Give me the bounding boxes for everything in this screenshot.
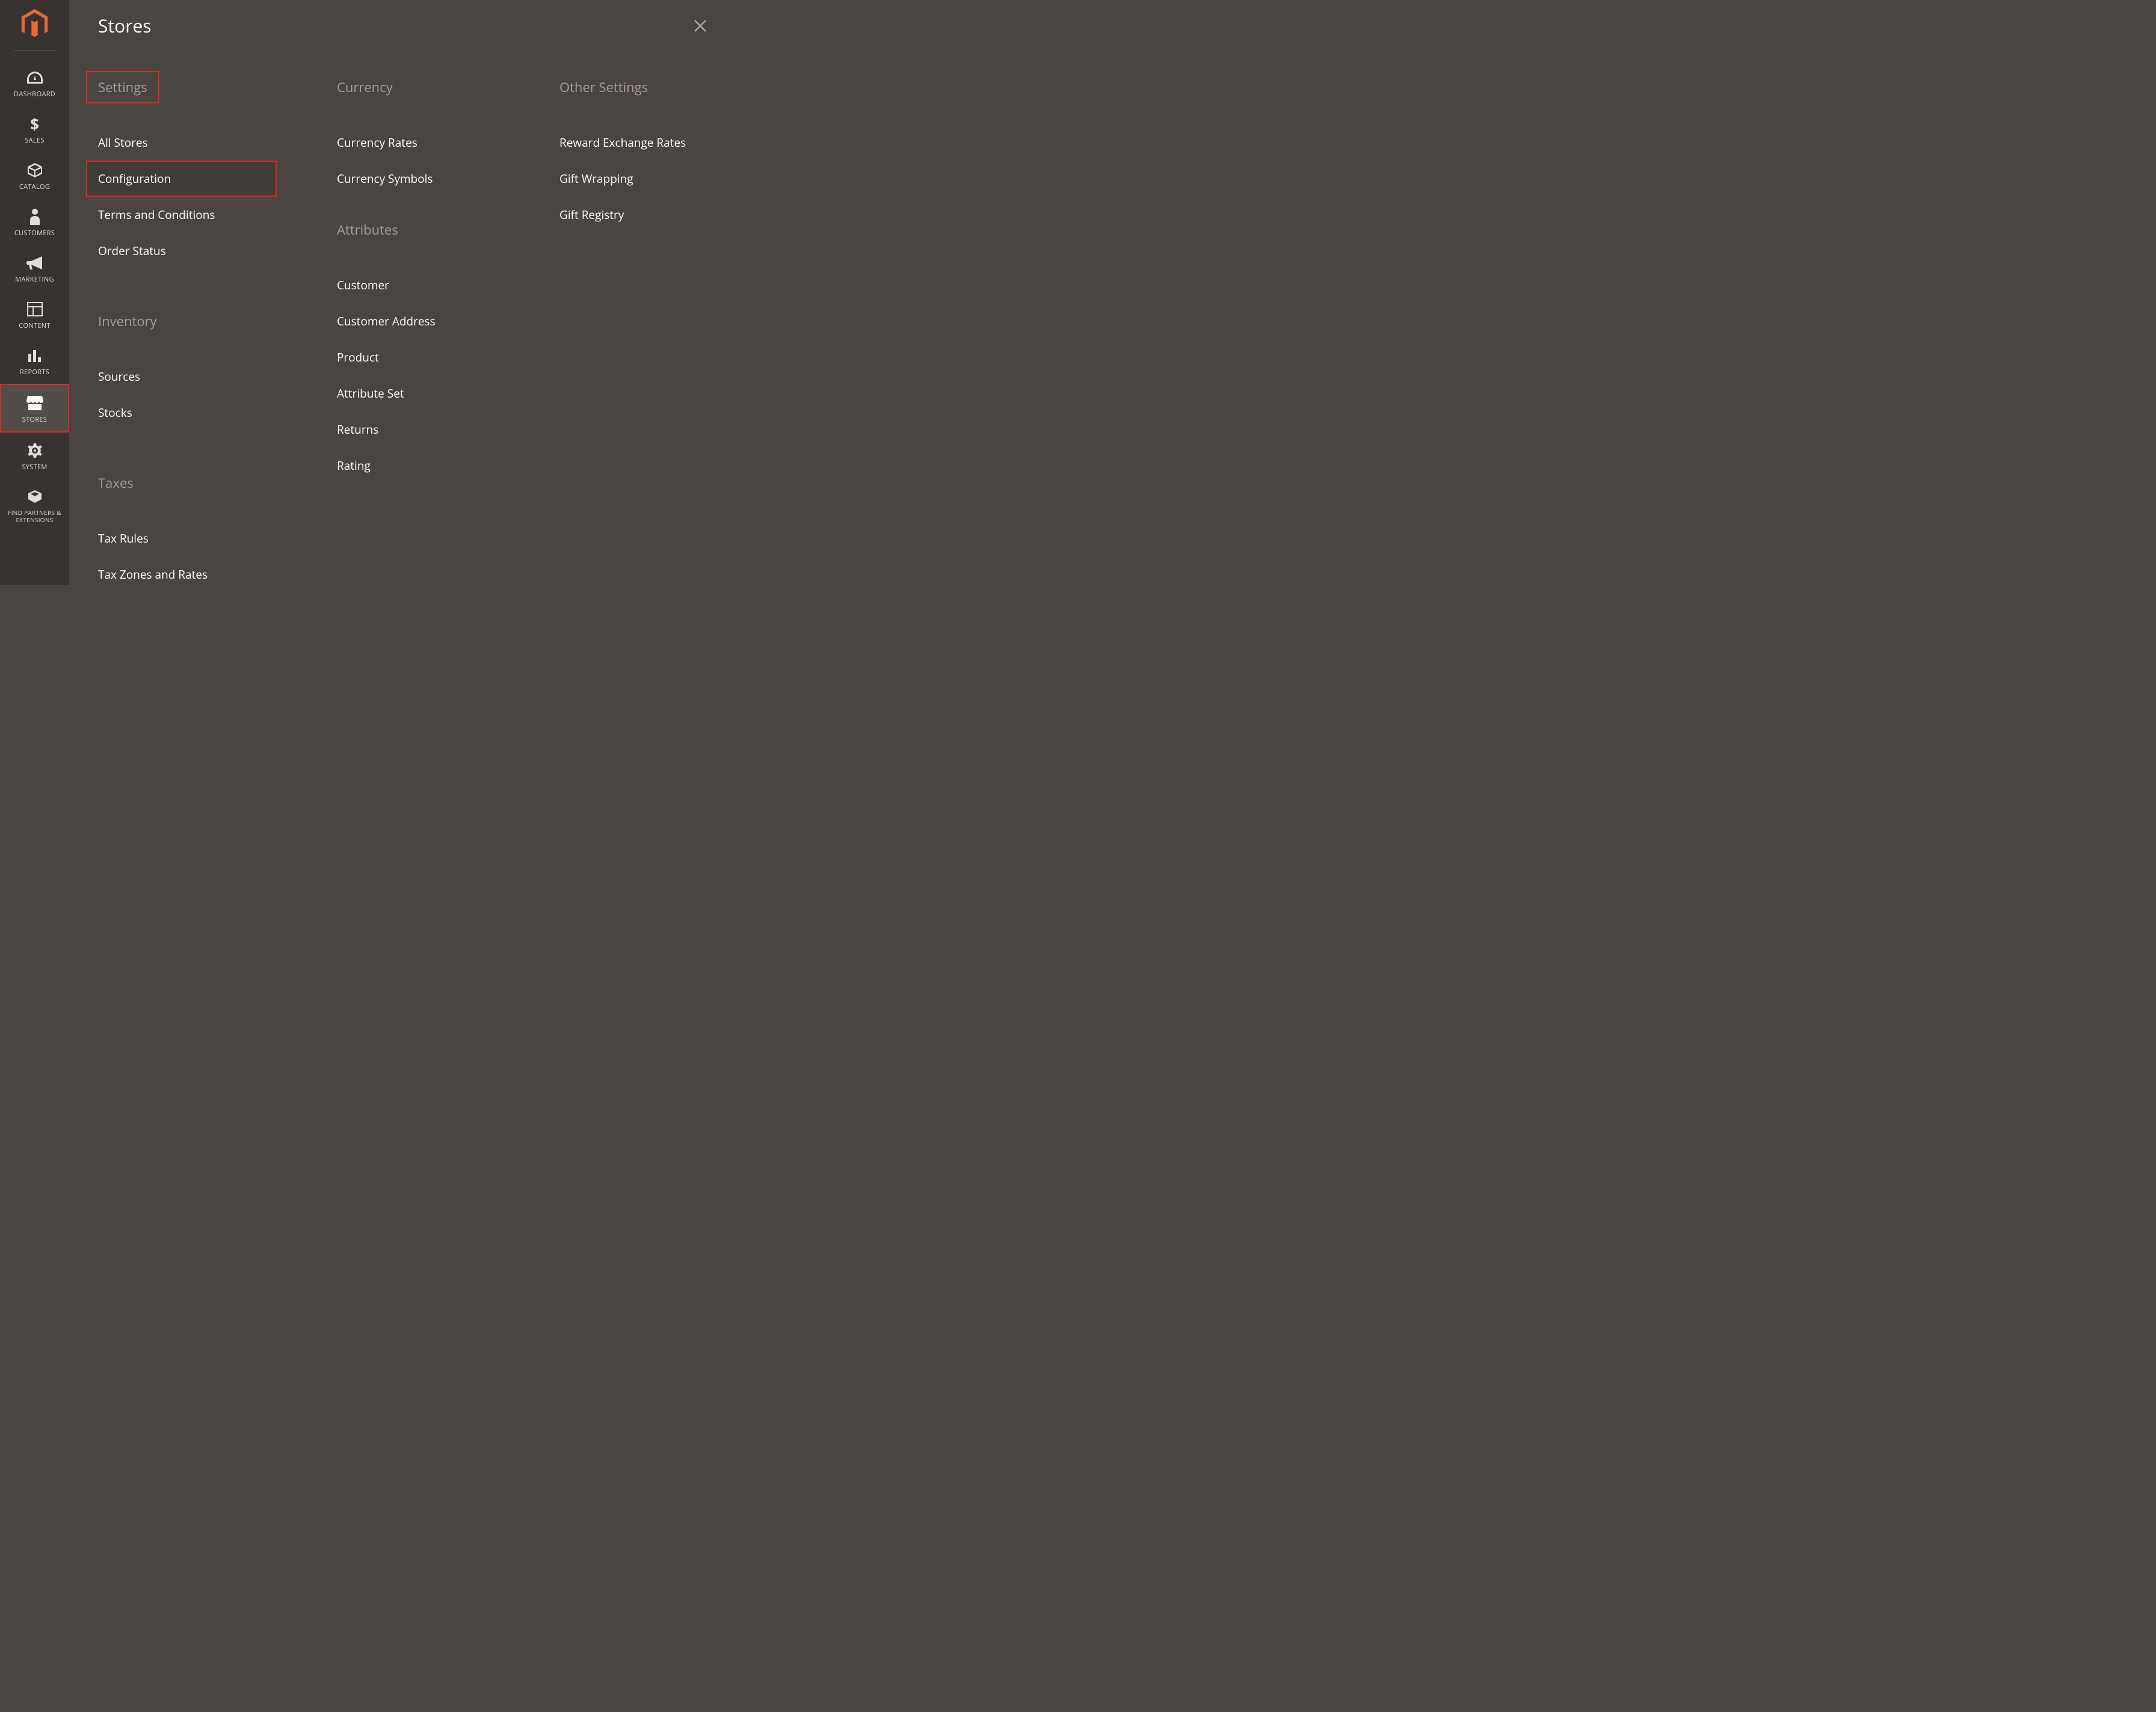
nav-label: CONTENT <box>19 321 50 330</box>
puzzle-icon <box>27 487 43 507</box>
bars-icon <box>27 346 43 365</box>
sidebar-divider <box>14 50 56 51</box>
link-all-stores[interactable]: All Stores <box>86 125 295 161</box>
link-tax-rules[interactable]: Tax Rules <box>86 520 295 556</box>
link-gift-registry[interactable]: Gift Registry <box>547 197 746 233</box>
nav-label: FIND PARTNERS & EXTENSIONS <box>0 509 69 523</box>
nav-content[interactable]: CONTENT <box>0 291 69 337</box>
nav-label: SYSTEM <box>22 463 47 472</box>
dashboard-icon <box>26 68 44 87</box>
link-sources[interactable]: Sources <box>86 359 295 395</box>
nav-reports[interactable]: REPORTS <box>0 337 69 384</box>
panel-title: Stores <box>98 13 152 38</box>
column-2: Currency Currency Rates Currency Symbols… <box>295 71 520 593</box>
heading-settings: Settings <box>86 71 159 103</box>
nav-customers[interactable]: CUSTOMERS <box>0 199 69 245</box>
person-icon <box>29 207 41 226</box>
box-icon <box>27 161 43 180</box>
link-attr-rating[interactable]: Rating <box>325 448 520 484</box>
nav-label: REPORTS <box>20 368 49 377</box>
nav-marketing[interactable]: MARKETING <box>0 245 69 291</box>
column-3: Other Settings Reward Exchange Rates Gif… <box>520 71 746 593</box>
nav-label: CATALOG <box>19 182 50 191</box>
nav-partners[interactable]: FIND PARTNERS & EXTENSIONS <box>0 479 69 527</box>
heading-other: Other Settings <box>547 71 660 103</box>
close-icon[interactable] <box>693 19 707 33</box>
link-terms[interactable]: Terms and Conditions <box>86 197 295 233</box>
link-attr-customer-address[interactable]: Customer Address <box>325 303 520 339</box>
link-attr-product[interactable]: Product <box>325 339 520 375</box>
column-1: Settings All Stores Configuration Terms … <box>69 71 295 593</box>
heading-currency: Currency <box>325 71 405 103</box>
nav-stores[interactable]: STORES <box>0 384 69 433</box>
megaphone-icon <box>26 253 43 273</box>
link-tax-zones[interactable]: Tax Zones and Rates <box>86 556 295 593</box>
heading-attributes: Attributes <box>325 214 410 246</box>
layout-icon <box>27 300 43 319</box>
nav-dashboard[interactable]: DASHBOARD <box>0 60 69 106</box>
heading-inventory: Inventory <box>86 305 169 337</box>
magento-logo-icon[interactable] <box>21 9 48 39</box>
link-currency-rates[interactable]: Currency Rates <box>325 125 520 161</box>
link-order-status[interactable]: Order Status <box>86 233 295 269</box>
link-attr-set[interactable]: Attribute Set <box>325 375 520 411</box>
dollar-icon: $ <box>30 114 39 134</box>
nav-label: MARKETING <box>15 275 54 284</box>
nav-catalog[interactable]: CATALOG <box>0 152 69 199</box>
nav-label: STORES <box>22 415 47 424</box>
admin-sidebar: DASHBOARD $ SALES CATALOG CUSTOMERS MARK… <box>0 0 69 585</box>
menu-columns: Settings All Stores Configuration Terms … <box>69 56 736 593</box>
link-gift-wrapping[interactable]: Gift Wrapping <box>547 161 746 197</box>
nav-label: CUSTOMERS <box>14 229 55 238</box>
link-currency-symbols[interactable]: Currency Symbols <box>325 161 520 197</box>
link-reward-rates[interactable]: Reward Exchange Rates <box>547 125 746 161</box>
nav-sales[interactable]: $ SALES <box>0 106 69 152</box>
stores-flyout-panel: Stores Settings All Stores Configuration… <box>69 0 736 585</box>
store-icon <box>26 393 43 413</box>
heading-taxes: Taxes <box>86 467 146 499</box>
nav-label: DASHBOARD <box>14 90 55 99</box>
link-stocks[interactable]: Stocks <box>86 395 295 431</box>
link-attr-returns[interactable]: Returns <box>325 411 520 448</box>
link-configuration[interactable]: Configuration <box>86 161 277 197</box>
gear-icon <box>27 441 43 460</box>
nav-label: SALES <box>25 136 44 145</box>
panel-header: Stores <box>69 0 736 56</box>
link-attr-customer[interactable]: Customer <box>325 267 520 303</box>
nav-system[interactable]: SYSTEM <box>0 433 69 479</box>
